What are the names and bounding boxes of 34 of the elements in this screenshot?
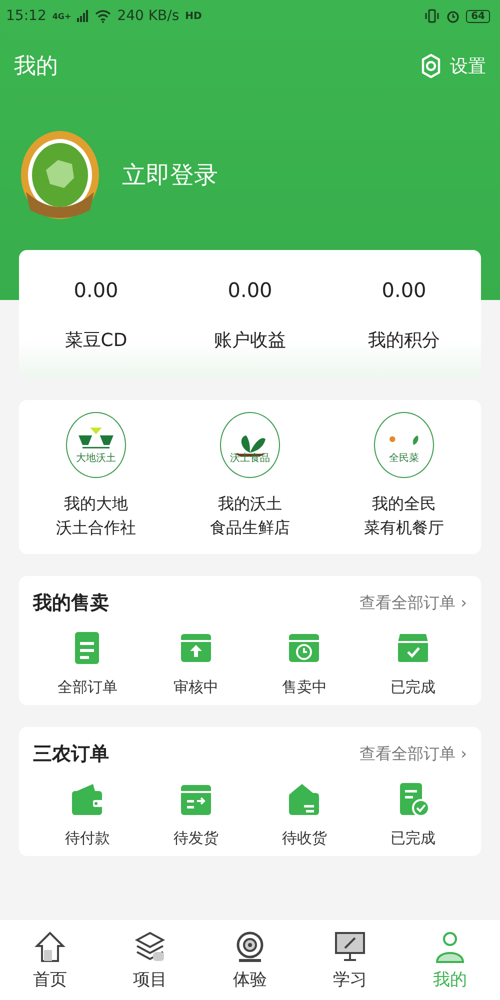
- stat-value: 0.00: [228, 278, 272, 302]
- shop-logo: 大地沃土: [66, 412, 126, 478]
- order-status-button[interactable]: 全部订单: [33, 630, 142, 697]
- order-status-button[interactable]: 已完成: [358, 630, 467, 697]
- order-status-button[interactable]: 待收货: [250, 781, 358, 848]
- order-status-button[interactable]: 已完成: [358, 781, 467, 848]
- stat-label: 我的积分: [368, 329, 440, 352]
- shop-logo: 全民菜: [374, 412, 434, 478]
- stat-value: 0.00: [74, 278, 118, 302]
- network-speed: 240 KB/s: [117, 8, 180, 24]
- section-title: 三农订单: [33, 742, 109, 767]
- shop-link[interactable]: 全民菜 我的全民 菜有机餐厅: [327, 412, 481, 540]
- battery-level: 64: [466, 10, 490, 22]
- view-all-orders-link[interactable]: 查看全部订单 ›: [360, 744, 467, 764]
- hd-indicator: HD: [185, 10, 202, 22]
- section-title: 我的售卖: [33, 591, 109, 616]
- network-type: 4G+: [52, 12, 72, 20]
- nav-tab[interactable]: 学习: [300, 920, 400, 1000]
- order-status-button[interactable]: 待付款: [33, 781, 142, 848]
- nav-tab[interactable]: 项目: [100, 920, 200, 1000]
- shop-link[interactable]: 沃土食品 我的沃土 食品生鲜店: [173, 412, 327, 540]
- view-all-orders-link[interactable]: 查看全部订单 ›: [360, 592, 467, 614]
- shop-link[interactable]: 大地沃土 我的大地 沃土合作社: [19, 412, 173, 540]
- stat-label: 菜豆CD: [64, 329, 128, 352]
- order-status-button[interactable]: 待发货: [142, 781, 250, 848]
- nav-tab[interactable]: 体验: [200, 920, 300, 1000]
- page-title: 我的: [14, 53, 58, 81]
- order-status-button[interactable]: 审核中: [142, 630, 250, 697]
- nav-tab[interactable]: 首页: [0, 920, 100, 1000]
- order-status-button[interactable]: 售卖中: [250, 630, 358, 697]
- shop-logo: 沃土食品: [220, 412, 280, 478]
- status-time: 15:12: [6, 8, 46, 24]
- stat-label: 账户收益: [214, 329, 286, 352]
- stat-value: 0.00: [382, 278, 426, 302]
